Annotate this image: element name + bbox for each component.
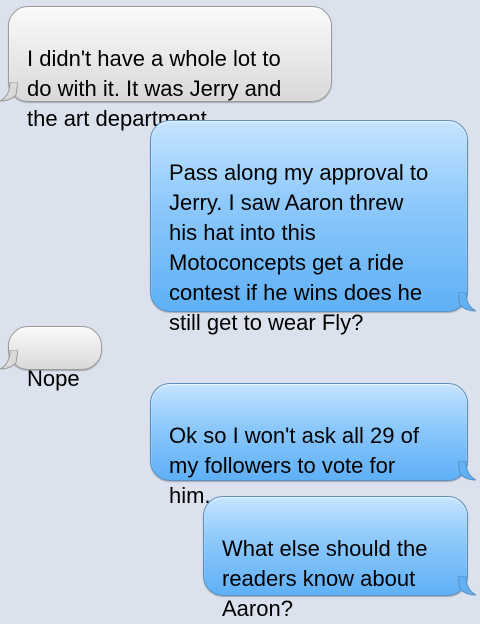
- outgoing-message-bubble[interactable]: What else should the readers know about …: [203, 496, 476, 621]
- bubble-tail-icon: [458, 292, 476, 312]
- message-text: I didn't have a whole lot to do with it.…: [27, 46, 282, 131]
- message-text: What else should the readers know about …: [222, 536, 428, 621]
- message-text: Pass along my approval to Jerry. I saw A…: [169, 160, 429, 335]
- message-thread: I didn't have a whole lot to do with it.…: [0, 0, 480, 621]
- bubble-tail-icon: [0, 350, 18, 370]
- bubble-tail-icon: [458, 461, 476, 481]
- bubble-tail-icon: [0, 82, 18, 102]
- message-text: Nope: [27, 366, 80, 391]
- outgoing-message-bubble[interactable]: Pass along my approval to Jerry. I saw A…: [150, 120, 476, 335]
- incoming-message-bubble[interactable]: Nope: [0, 326, 102, 391]
- bubble-tail-icon: [458, 576, 476, 596]
- incoming-message-bubble[interactable]: I didn't have a whole lot to do with it.…: [0, 6, 332, 131]
- outgoing-message-bubble[interactable]: Ok so I won't ask all 29 of my followers…: [150, 383, 476, 508]
